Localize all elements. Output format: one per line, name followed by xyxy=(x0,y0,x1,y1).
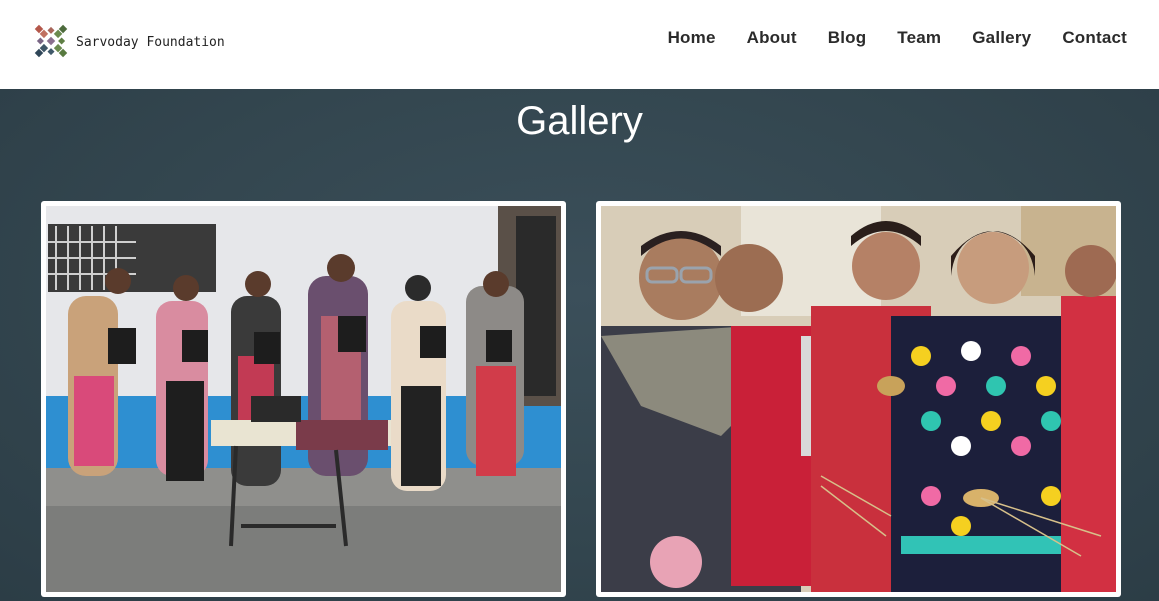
gallery-photo-card-2[interactable] xyxy=(596,201,1121,597)
main-navigation: Home About Blog Team Gallery Contact xyxy=(637,28,1127,48)
gallery-section: Gallery xyxy=(0,89,1159,601)
gallery-photo-1 xyxy=(46,206,561,592)
gallery-photo-card-1[interactable] xyxy=(41,201,566,597)
nav-item-about[interactable]: About xyxy=(747,28,797,48)
nav-item-blog[interactable]: Blog xyxy=(828,28,867,48)
site-header: Sarvoday Foundation Home About Blog Team… xyxy=(0,0,1159,89)
nav-item-contact[interactable]: Contact xyxy=(1062,28,1127,48)
nav-item-gallery[interactable]: Gallery xyxy=(972,28,1031,48)
gallery-title: Gallery xyxy=(516,99,643,143)
brand-name: Sarvoday Foundation xyxy=(76,34,225,50)
woven-x-logo-icon xyxy=(34,24,68,58)
nav-item-team[interactable]: Team xyxy=(897,28,941,48)
nav-item-home[interactable]: Home xyxy=(668,28,716,48)
gallery-photo-2 xyxy=(601,206,1116,592)
site-logo-link[interactable]: Sarvoday Foundation xyxy=(28,18,225,64)
